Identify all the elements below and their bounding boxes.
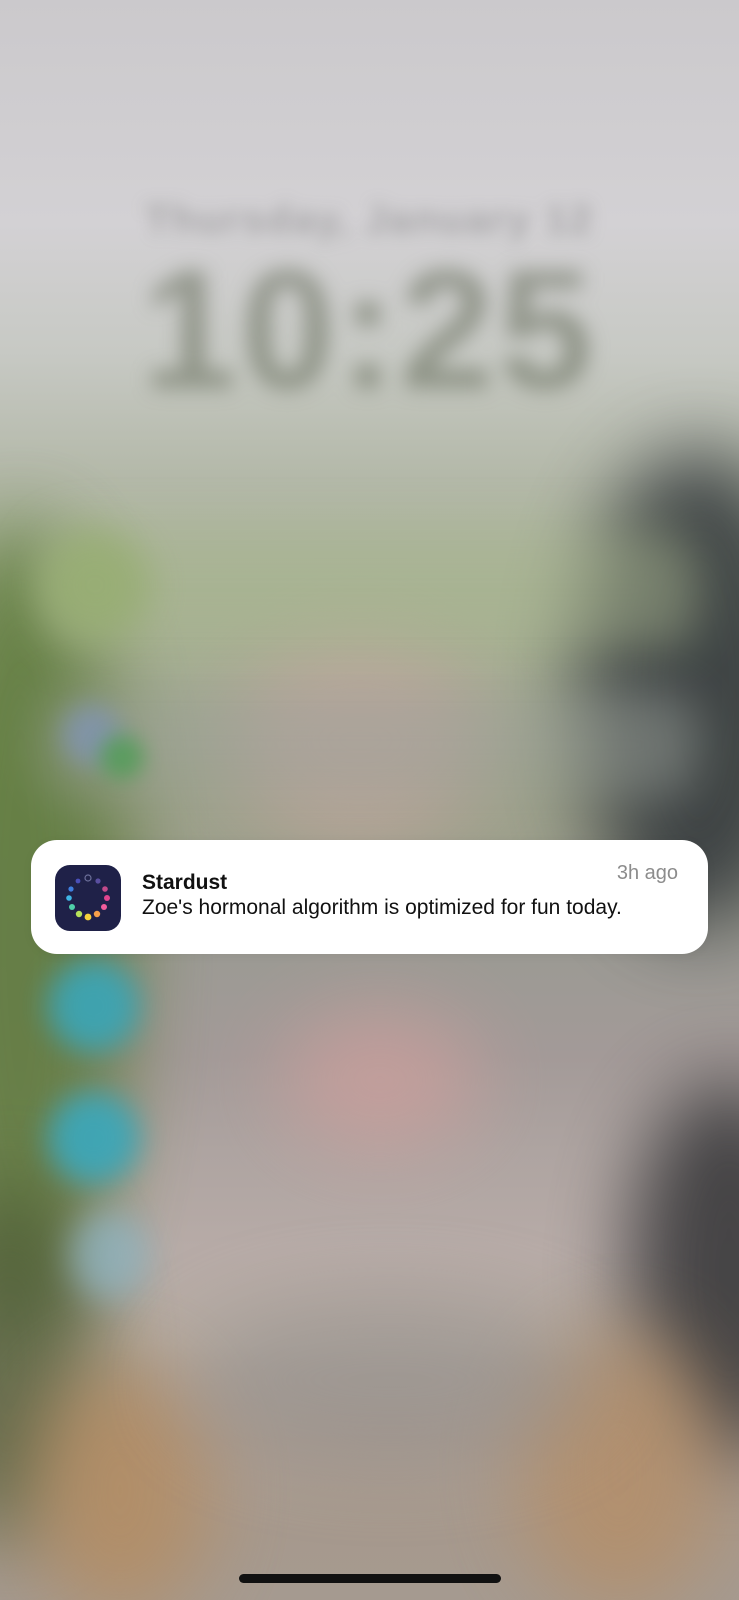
- home-indicator[interactable]: [239, 1574, 501, 1583]
- blurred-widget-icon: [40, 530, 150, 640]
- blurred-app-icon: [48, 1092, 140, 1184]
- lock-screen: Thursday, January 12 10:25 Stardust 3h a…: [0, 0, 739, 1600]
- lock-screen-time: 10:25: [142, 235, 597, 425]
- blurred-app-icon: [100, 735, 144, 779]
- blurred-app-icon: [48, 960, 140, 1052]
- blurred-app-icon: [70, 1210, 150, 1300]
- stardust-app-icon: [55, 865, 121, 931]
- notification-app-name: Stardust: [142, 871, 228, 894]
- moon-phase-ring-icon: [66, 874, 110, 921]
- wallpaper-blur-region: [280, 1010, 480, 1150]
- notification-message: Zoe's hormonal algorithm is optimized fo…: [142, 896, 622, 919]
- notification-timestamp: 3h ago: [616, 862, 678, 884]
- notification-card[interactable]: Stardust 3h ago Zoe's hormonal algorithm…: [31, 840, 708, 954]
- wallpaper-blur-region: [180, 1300, 600, 1460]
